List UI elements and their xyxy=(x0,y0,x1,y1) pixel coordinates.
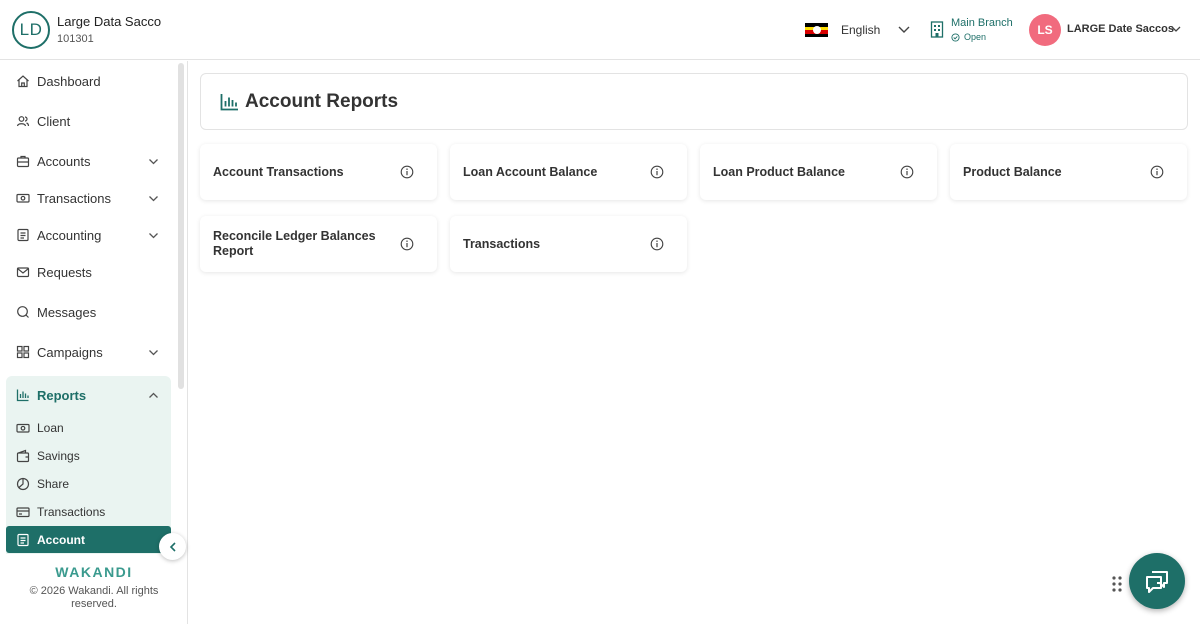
sidebar-item-messages[interactable]: Messages xyxy=(6,304,171,320)
sidebar-subitem-savings[interactable]: Savings xyxy=(6,448,171,464)
sidebar-item-requests[interactable]: Requests xyxy=(6,264,171,280)
info-icon[interactable] xyxy=(400,237,414,251)
org-code: 101301 xyxy=(57,33,94,45)
report-card-loan-product-balance[interactable]: Loan Product Balance xyxy=(700,144,937,200)
sidebar-item-label: Messages xyxy=(37,304,97,320)
drag-handle-icon[interactable] xyxy=(1111,575,1123,593)
sidebar-subitem-label: Savings xyxy=(37,449,80,463)
mail-icon xyxy=(16,267,30,278)
check-circle-icon xyxy=(951,33,960,42)
report-card-product-balance[interactable]: Product Balance xyxy=(950,144,1187,200)
report-card-transactions[interactable]: Transactions xyxy=(450,216,687,272)
branch-status: Open xyxy=(964,32,987,42)
info-icon[interactable] xyxy=(650,165,664,179)
report-card-loan-account-balance[interactable]: Loan Account Balance xyxy=(450,144,687,200)
org-name: Large Data Sacco xyxy=(57,14,162,29)
sidebar: Dashboard Client Accounts Transactions A… xyxy=(0,61,188,624)
report-card-account-transactions[interactable]: Account Transactions xyxy=(200,144,437,200)
report-card-label: Account Transactions xyxy=(213,165,344,179)
sidebar-subitem-loan[interactable]: Loan xyxy=(6,420,171,436)
banknote-icon xyxy=(16,423,30,433)
chevron-up-icon[interactable] xyxy=(147,389,160,402)
chevron-down-icon[interactable] xyxy=(1170,23,1182,35)
copyright-text: © 2026 Wakandi. All rights reserved. xyxy=(29,585,159,610)
info-icon[interactable] xyxy=(400,165,414,179)
chevron-left-icon xyxy=(169,541,176,552)
users-icon xyxy=(16,116,30,127)
grid-icon xyxy=(16,345,30,359)
sidebar-subitem-label: Loan xyxy=(37,421,64,435)
banknote-icon xyxy=(16,193,30,203)
wakandi-logo: WAKANDI xyxy=(55,564,133,580)
sidebar-item-dashboard[interactable]: Dashboard xyxy=(6,73,171,89)
sidebar-scrollbar[interactable] xyxy=(178,63,184,389)
briefcase-icon xyxy=(16,155,30,168)
org-avatar[interactable]: LD xyxy=(12,11,50,49)
building-icon xyxy=(930,21,944,38)
report-card-reconcile-ledger-balances[interactable]: Reconcile Ledger Balances Report xyxy=(200,216,437,272)
info-icon[interactable] xyxy=(900,165,914,179)
user-avatar[interactable]: LS xyxy=(1029,14,1061,46)
report-card-label: Transactions xyxy=(463,237,541,251)
chevron-down-icon[interactable] xyxy=(147,229,160,242)
sidebar-subitem-label: Transactions xyxy=(37,505,106,519)
chevron-down-icon[interactable] xyxy=(147,346,160,359)
top-header: LD Large Data Sacco 101301 English Main … xyxy=(0,0,1200,60)
chevron-down-icon[interactable] xyxy=(147,155,160,168)
sidebar-item-transactions[interactable]: Transactions xyxy=(6,190,171,206)
sidebar-item-label: Accounting xyxy=(37,227,102,243)
ledger-icon xyxy=(17,228,29,242)
credit-card-icon xyxy=(16,507,30,518)
sidebar-subitem-label: Share xyxy=(37,477,70,491)
wallet-icon xyxy=(16,449,30,463)
sidebar-item-label: Requests xyxy=(37,264,92,280)
sidebar-subitem-account[interactable]: Account xyxy=(6,526,171,553)
sidebar-item-label: Client xyxy=(37,113,71,129)
collapse-sidebar-button[interactable] xyxy=(159,533,186,560)
info-icon[interactable] xyxy=(650,237,664,251)
sidebar-item-accounting[interactable]: Accounting xyxy=(6,227,171,243)
sidebar-item-client[interactable]: Client xyxy=(6,113,171,129)
page-title: Account Reports xyxy=(245,91,399,112)
sidebar-item-label: Accounts xyxy=(37,153,91,169)
report-card-label: Reconcile Ledger Balances Report xyxy=(213,229,376,258)
sidebar-item-reports[interactable]: Reports xyxy=(6,387,171,403)
sidebar-item-campaigns[interactable]: Campaigns xyxy=(6,344,171,360)
report-card-label: Loan Product Balance xyxy=(713,165,845,179)
chevron-down-icon[interactable] xyxy=(147,192,160,205)
page-header-card: Account Reports xyxy=(200,73,1188,130)
bar-chart-icon xyxy=(16,389,29,402)
branch-selector[interactable]: Main Branch xyxy=(951,17,1013,29)
chat-icon xyxy=(17,306,29,318)
sidebar-subitem-label: Account xyxy=(37,532,85,547)
bar-chart-icon xyxy=(220,94,238,111)
sidebar-subitem-transactions[interactable]: Transactions xyxy=(6,504,171,520)
sidebar-item-label: Reports xyxy=(37,387,87,403)
ledger-icon xyxy=(17,533,29,546)
info-icon[interactable] xyxy=(1150,165,1164,179)
report-card-label: Loan Account Balance xyxy=(463,165,598,179)
sidebar-subitem-share[interactable]: Share xyxy=(6,476,171,492)
language-selector[interactable]: English xyxy=(841,23,880,37)
sidebar-item-label: Dashboard xyxy=(37,73,101,89)
chevron-down-icon[interactable] xyxy=(897,22,911,36)
sidebar-item-label: Campaigns xyxy=(37,344,103,360)
uganda-flag-icon[interactable] xyxy=(805,23,828,37)
user-menu[interactable]: LARGE Date Saccos xyxy=(1067,23,1174,35)
chat-support-button[interactable] xyxy=(1129,553,1185,609)
report-card-label: Product Balance xyxy=(963,165,1062,179)
sidebar-item-accounts[interactable]: Accounts xyxy=(6,153,171,169)
chat-bubbles-icon xyxy=(1146,571,1168,593)
home-icon xyxy=(17,75,29,88)
sidebar-item-label: Transactions xyxy=(37,190,111,206)
pie-chart-icon xyxy=(16,477,30,491)
